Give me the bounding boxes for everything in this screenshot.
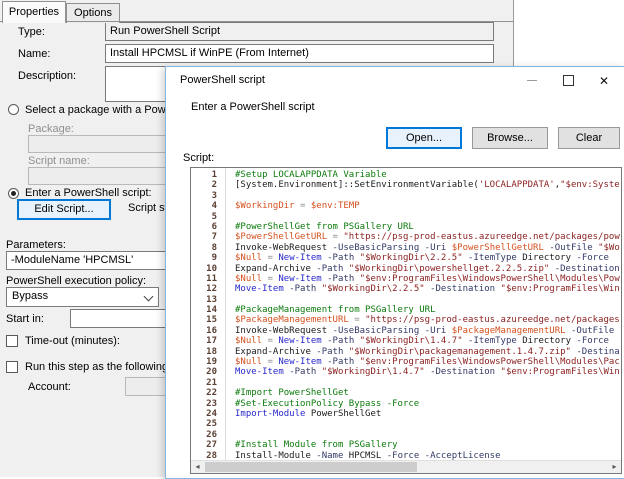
open-button[interactable]: Open... [386,127,462,149]
start-in-label: Start in: [6,313,44,325]
script-editor[interactable]: 1#Setup LOCALAPPDATA Variable2[System.En… [190,167,622,474]
execution-policy-select[interactable]: Bypass [6,287,159,307]
script-name-label: Script name: [28,155,90,167]
tab-properties[interactable]: Properties [2,1,66,23]
script-label: Script: [183,152,214,164]
chevron-down-icon [144,292,154,302]
maximize-button[interactable] [550,67,586,94]
enter-script-radio-label[interactable]: Enter a PowerShell script: [25,187,152,199]
select-package-radio[interactable] [8,104,19,115]
execution-policy-value: Bypass [12,290,48,302]
maximize-icon [563,75,574,86]
close-button[interactable]: ✕ [586,67,622,94]
type-label: Type: [18,26,45,38]
scrollbar-thumb[interactable] [205,462,417,472]
clear-button[interactable]: Clear [558,127,620,149]
minimize-button[interactable] [514,67,550,94]
scroll-left-arrow-icon[interactable]: ◂ [191,461,204,473]
gutter-divider [225,168,226,461]
browse-button[interactable]: Browse... [472,127,548,149]
run-as-account-checkbox[interactable] [6,361,18,373]
minimize-icon [527,80,537,81]
titlebar[interactable]: PowerShell script ✕ [166,67,624,94]
powershell-script-dialog: PowerShell script ✕ Enter a PowerShell s… [165,66,624,479]
dialog-title: PowerShell script [180,74,265,86]
tab-options[interactable]: Options [66,3,120,23]
account-label: Account: [28,381,71,393]
tab-divider [0,21,513,22]
timeout-checkbox[interactable] [6,335,18,347]
package-label: Package: [28,123,74,135]
description-label: Description: [18,70,76,82]
enter-script-radio[interactable] [8,188,19,199]
name-field[interactable]: Install HPCMSL if WinPE (From Internet) [105,44,494,63]
scroll-right-arrow-icon[interactable]: ▸ [608,461,621,473]
code-lines[interactable]: 1#Setup LOCALAPPDATA Variable2[System.En… [191,168,621,461]
enter-script-heading: Enter a PowerShell script [191,101,315,113]
parameters-label: Parameters: [6,239,66,251]
type-field: Run PowerShell Script [105,22,494,41]
name-label: Name: [18,48,50,60]
edit-script-button[interactable]: Edit Script... [17,199,111,220]
close-icon: ✕ [599,75,609,87]
execution-policy-label: PowerShell execution policy: [6,275,146,287]
timeout-checkbox-label[interactable]: Time-out (minutes): [25,335,120,347]
horizontal-scrollbar[interactable]: ◂ ▸ [191,460,621,473]
